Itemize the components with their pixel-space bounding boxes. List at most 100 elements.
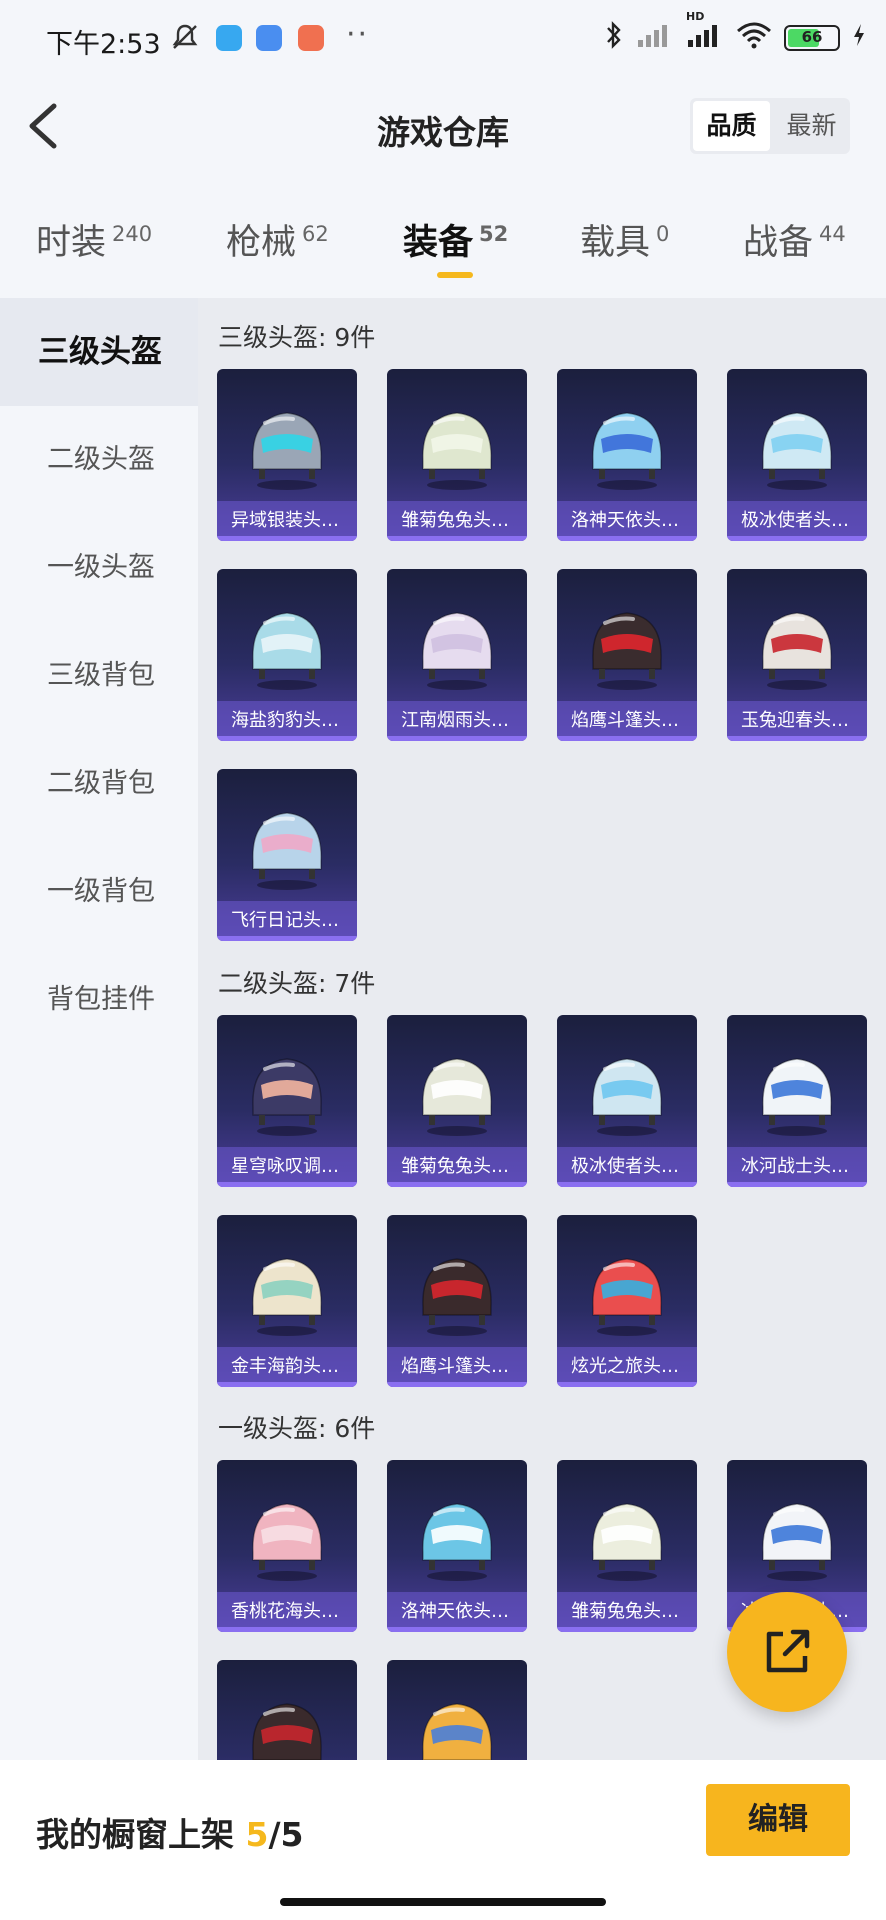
- item-card[interactable]: [217, 1660, 357, 1760]
- item-card[interactable]: 香桃花海头…: [217, 1460, 357, 1632]
- tab-count: 62: [302, 222, 329, 247]
- rarity-bar: [217, 736, 357, 741]
- item-card[interactable]: 雏菊兔兔头…: [387, 1015, 527, 1187]
- item-card[interactable]: 极冰使者头…: [727, 369, 867, 541]
- item-card[interactable]: 焰鹰斗篷头…: [557, 569, 697, 741]
- tab-supplies[interactable]: 战备 44: [743, 214, 846, 265]
- rarity-bar: [387, 1182, 527, 1187]
- item-card[interactable]: 玉兔迎春头…: [727, 569, 867, 741]
- rarity-bar: [217, 936, 357, 941]
- rarity-bar: [557, 1382, 697, 1387]
- helmet-icon: [252, 1058, 322, 1136]
- item-name: 冰河战士头…: [727, 1147, 867, 1187]
- tab-count: 240: [112, 222, 153, 247]
- share-button[interactable]: [727, 1592, 847, 1712]
- item-card[interactable]: 焰鹰斗篷头…: [387, 1215, 527, 1387]
- active-tab-indicator: [437, 272, 473, 278]
- rarity-bar: [557, 536, 697, 541]
- helmet-icon: [422, 1058, 492, 1136]
- showcase-status: 我的橱窗上架 5/5: [36, 1808, 303, 1856]
- rarity-bar: [557, 1627, 697, 1632]
- tab-equipment[interactable]: 装备 52: [403, 214, 508, 265]
- showcase-label: 我的橱窗上架: [36, 1815, 234, 1854]
- helmet-icon: [422, 1258, 492, 1336]
- helmet-icon: [762, 412, 832, 490]
- section-title: 三级头盔: 9件: [218, 323, 376, 352]
- item-card[interactable]: 洛神天依头…: [557, 369, 697, 541]
- item-name: 海盐豹豹头…: [217, 701, 357, 741]
- tab-fashion[interactable]: 时装 240: [36, 214, 152, 265]
- tab-label: 装备: [403, 223, 474, 263]
- helmet-icon: [592, 1258, 662, 1336]
- helmet-icon: [592, 1503, 662, 1581]
- rarity-bar: [557, 736, 697, 741]
- tab-count: 0: [656, 222, 670, 247]
- item-card[interactable]: 海盐豹豹头…: [217, 569, 357, 741]
- item-card[interactable]: 冰河战士头…: [727, 1015, 867, 1187]
- edit-button[interactable]: 编辑: [706, 1784, 850, 1856]
- rarity-bar: [727, 736, 867, 741]
- item-card[interactable]: 极冰使者头…: [557, 1015, 697, 1187]
- sort-option-latest[interactable]: 最新: [773, 98, 850, 154]
- item-card[interactable]: 金丰海韵头…: [217, 1215, 357, 1387]
- item-card[interactable]: 星穹咏叹调…: [217, 1015, 357, 1187]
- helmet-icon: [422, 1703, 492, 1760]
- sort-option-quality[interactable]: 品质: [693, 101, 770, 151]
- rarity-bar: [217, 536, 357, 541]
- item-name: 香桃花海头…: [217, 1592, 357, 1632]
- sidebar-item-level3-helmet[interactable]: 三级头盔: [0, 298, 198, 406]
- signal-icon: [636, 22, 674, 54]
- item-name: 雏菊兔兔头…: [387, 501, 527, 541]
- rarity-bar: [557, 1182, 697, 1187]
- helmet-icon: [422, 1503, 492, 1581]
- item-card[interactable]: 江南烟雨头…: [387, 569, 527, 741]
- item-name: 雏菊兔兔头…: [557, 1592, 697, 1632]
- tab-label: 枪械: [226, 223, 297, 263]
- tab-label: 战备: [743, 223, 814, 263]
- signal-hd-icon: HD: [686, 10, 724, 54]
- sidebar-item-level2-backpack[interactable]: 二级背包: [0, 730, 198, 838]
- item-card[interactable]: [387, 1660, 527, 1760]
- item-name: 洛神天依头…: [557, 501, 697, 541]
- helmet-icon: [252, 412, 322, 490]
- sort-toggle[interactable]: 品质 最新: [690, 98, 850, 154]
- tab-vehicles[interactable]: 载具 0: [580, 214, 669, 265]
- helmet-icon: [252, 1503, 322, 1581]
- status-bar: 下午2:53 ·· HD 66: [0, 0, 886, 78]
- tab-count: 44: [819, 222, 846, 247]
- tab-label: 时装: [36, 223, 107, 263]
- section-title: 二级头盔: 7件: [218, 969, 376, 998]
- sidebar-item-level3-backpack[interactable]: 三级背包: [0, 622, 198, 730]
- item-card[interactable]: 异域银装头…: [217, 369, 357, 541]
- bluetooth-icon: [604, 20, 624, 56]
- helmet-icon: [762, 1058, 832, 1136]
- item-name: 焰鹰斗篷头…: [557, 701, 697, 741]
- category-tabs: 时装 240 枪械 62 装备 52 载具 0 战备 44: [0, 178, 886, 298]
- tab-weapons[interactable]: 枪械 62: [226, 214, 329, 265]
- rarity-bar: [387, 736, 527, 741]
- rarity-bar: [217, 1382, 357, 1387]
- item-name: 玉兔迎春头…: [727, 701, 867, 741]
- item-card[interactable]: 雏菊兔兔头…: [387, 369, 527, 541]
- rarity-bar: [727, 536, 867, 541]
- item-name: 焰鹰斗篷头…: [387, 1347, 527, 1387]
- helmet-icon: [592, 1058, 662, 1136]
- sidebar-item-level1-helmet[interactable]: 一级头盔: [0, 514, 198, 622]
- item-card[interactable]: 雏菊兔兔头…: [557, 1460, 697, 1632]
- sidebar-item-level1-backpack[interactable]: 一级背包: [0, 838, 198, 946]
- item-card[interactable]: 洛神天依头…: [387, 1460, 527, 1632]
- helmet-icon: [252, 812, 322, 890]
- helmet-icon: [592, 412, 662, 490]
- sidebar-item-level2-helmet[interactable]: 二级头盔: [0, 406, 198, 514]
- helmet-icon: [592, 612, 662, 690]
- helmet-icon: [252, 1703, 322, 1760]
- rarity-bar: [387, 536, 527, 541]
- status-time: 下午2:53: [46, 29, 161, 60]
- item-card[interactable]: 飞行日记头…: [217, 769, 357, 941]
- helmet-icon: [252, 612, 322, 690]
- rarity-bar: [217, 1182, 357, 1187]
- item-name: 金丰海韵头…: [217, 1347, 357, 1387]
- sidebar-item-backpack-pendant[interactable]: 背包挂件: [0, 946, 198, 1054]
- item-card[interactable]: 炫光之旅头…: [557, 1215, 697, 1387]
- header: 游戏仓库 品质 最新: [0, 78, 886, 178]
